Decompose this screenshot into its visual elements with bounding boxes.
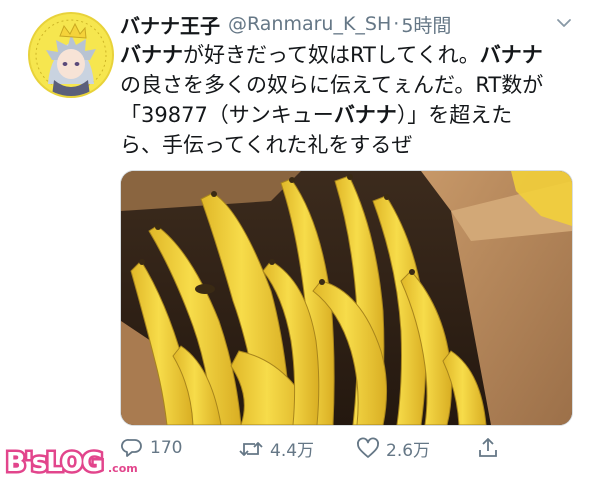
tweet-header: バナナ王子 @Ranmaru_K_SH · 5時間: [120, 10, 595, 38]
tweet-line: 「39877（サンキューバナナ）」を超えた: [120, 100, 580, 130]
svg-text:B'sLOG: B'sLOG: [6, 448, 102, 478]
timestamp[interactable]: 5時間: [401, 11, 451, 38]
text: 「39877（サンキュー: [120, 103, 334, 127]
banana-box-image: [121, 171, 572, 425]
bslog-logo: B'sLOG .com: [4, 446, 138, 481]
text: の良さを多くの奴らに伝えてぇんだ。RT数が: [120, 73, 544, 97]
tweet-line: ら、手伝ってくれた礼をするぜ: [120, 130, 580, 160]
bold-text: バナナ: [333, 103, 397, 127]
retweet-icon: [239, 441, 263, 456]
tweet-action-bar: 170 4.4万 2.6万: [120, 432, 580, 468]
more-options-button[interactable]: [555, 14, 573, 36]
reply-count: 170: [150, 438, 183, 458]
tweet-line: の良さを多くの奴らに伝えてぇんだ。RT数が: [120, 70, 580, 100]
heart-icon: [357, 437, 379, 458]
chevron-down-icon: [557, 19, 571, 27]
avatar-illustration: [30, 14, 112, 96]
avatar[interactable]: [28, 12, 114, 98]
tweet-text: バナナが好きだって奴はRTしてくれ。バナナ の良さを多くの奴らに伝えてぇんだ。R…: [120, 40, 580, 160]
text: が好きだって奴はRTしてくれ。: [183, 43, 480, 67]
tweet-line: バナナが好きだって奴はRTしてくれ。バナナ: [120, 40, 580, 70]
text: ら、手伝ってくれた礼をするぜ: [120, 133, 413, 157]
retweet-button[interactable]: 4.4万: [238, 436, 314, 461]
bold-text: バナナ: [479, 43, 543, 67]
tweet-photo[interactable]: [120, 170, 573, 426]
share-icon: [479, 438, 497, 457]
retweet-count: 4.4万: [270, 441, 315, 461]
display-name[interactable]: バナナ王子: [120, 10, 220, 39]
separator-dot: ·: [393, 13, 400, 35]
like-count: 2.6万: [386, 441, 431, 461]
bold-text: バナナ: [120, 43, 183, 67]
bslog-watermark: B'sLOG .com: [4, 444, 144, 481]
svg-text:.com: .com: [108, 462, 138, 475]
like-button[interactable]: 2.6万: [356, 436, 430, 461]
share-button[interactable]: [476, 436, 500, 460]
text: ）」を超えた: [396, 103, 513, 127]
user-handle[interactable]: @Ranmaru_K_SH: [228, 13, 391, 35]
